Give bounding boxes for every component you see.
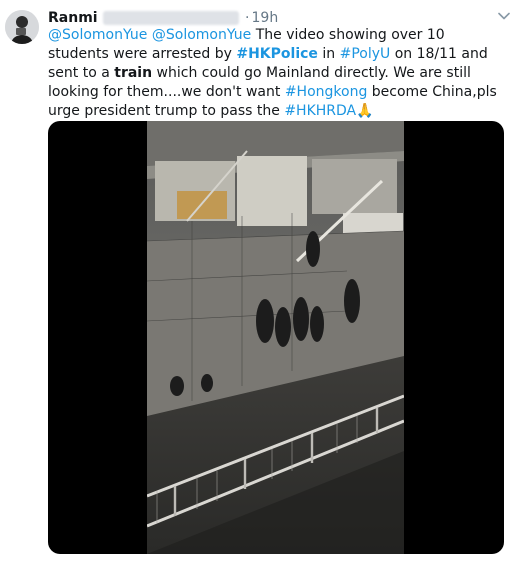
chevron-down-icon[interactable] (497, 9, 511, 23)
hashtag-link[interactable]: #HKHRDA (284, 103, 356, 119)
video-frame (147, 121, 404, 554)
hashtag-link[interactable]: #PolyU (340, 46, 391, 62)
bold-keyword: train (114, 65, 153, 81)
tweet-header: Ranmi · 19h (48, 8, 278, 28)
tweet-card[interactable]: Ranmi · 19h @SolomonYue @SolomonYue The v… (0, 0, 521, 573)
author-name[interactable]: Ranmi (48, 10, 98, 26)
avatar[interactable] (5, 10, 39, 44)
time-separator: · (245, 10, 250, 26)
author-handle-redacted (102, 11, 239, 25)
tweet-text: @SolomonYue @SolomonYue The video showin… (48, 26, 508, 121)
hashtag-link[interactable]: #Hongkong (285, 84, 368, 100)
hashtag-link[interactable]: #HKPolice (236, 46, 318, 62)
mention-link[interactable]: @SolomonYue (152, 27, 251, 43)
video-player[interactable] (48, 121, 504, 554)
mention-link[interactable]: @SolomonYue (48, 27, 147, 43)
text-segment: in (317, 46, 340, 62)
pray-emoji: 🙏 (356, 103, 374, 119)
tweet-timestamp[interactable]: 19h (252, 10, 279, 26)
